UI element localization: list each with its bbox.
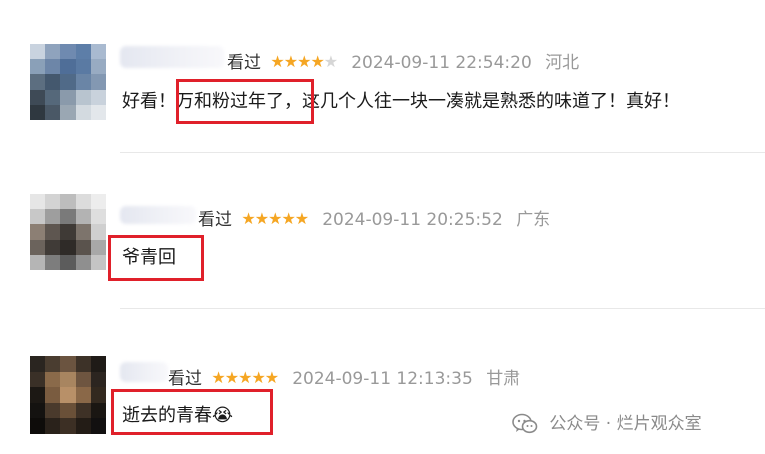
star-rating: ★★★★★ bbox=[270, 52, 341, 71]
highlight-box bbox=[108, 235, 204, 281]
star-icon: ★ bbox=[297, 52, 311, 71]
username-blurred[interactable] bbox=[120, 206, 196, 224]
star-rating: ★★★★★ bbox=[211, 368, 282, 387]
username-blurred[interactable] bbox=[120, 362, 168, 382]
review-text-part: 好看！ bbox=[122, 91, 176, 112]
avatar[interactable] bbox=[30, 194, 106, 270]
star-icon: ★ bbox=[224, 368, 239, 387]
avatar[interactable] bbox=[30, 44, 106, 120]
star-icon: ★ bbox=[251, 368, 265, 387]
star-icon: ★ bbox=[283, 52, 298, 71]
star-icon: ★ bbox=[270, 52, 284, 71]
star-icon: ★ bbox=[268, 209, 282, 228]
status-label: 看过 bbox=[227, 53, 261, 73]
review-timestamp: 2024-09-11 12:13:35 bbox=[292, 369, 473, 389]
star-icon: ★ bbox=[310, 52, 324, 71]
divider bbox=[120, 152, 765, 153]
star-icon: ★ bbox=[281, 209, 295, 228]
review-meta: 看过 ★★★★★ 2024-09-11 12:13:35 甘肃 bbox=[168, 366, 520, 390]
star-icon: ★ bbox=[211, 368, 225, 387]
watermark-text: 公众号 · 烂片观众室 bbox=[549, 414, 702, 434]
star-rating: ★★★★★ bbox=[241, 209, 312, 228]
highlight-box bbox=[111, 389, 273, 435]
highlight-box bbox=[176, 79, 314, 124]
wechat-icon bbox=[512, 413, 538, 435]
star-icon: ★ bbox=[241, 209, 255, 228]
review-location: 甘肃 bbox=[486, 369, 521, 389]
review-text-part: 这几个人往一块一凑就是熟悉的味道了！真好！ bbox=[302, 91, 680, 112]
review-timestamp: 2024-09-11 22:54:20 bbox=[351, 53, 532, 73]
star-icon: ★ bbox=[254, 209, 269, 228]
star-icon: ★ bbox=[238, 368, 252, 387]
review-location: 广东 bbox=[516, 210, 551, 230]
username-blurred[interactable] bbox=[120, 46, 224, 68]
star-icon: ★ bbox=[264, 368, 279, 387]
review-timestamp: 2024-09-11 20:25:52 bbox=[322, 210, 503, 230]
review-meta: 看过 ★★★★★ 2024-09-11 22:54:20 河北 bbox=[227, 50, 579, 74]
status-label: 看过 bbox=[198, 210, 232, 230]
star-empty-icon: ★ bbox=[323, 52, 338, 71]
avatar[interactable] bbox=[30, 356, 106, 434]
watermark: 公众号 · 烂片观众室 bbox=[512, 411, 702, 437]
review-meta: 看过 ★★★★★ 2024-09-11 20:25:52 广东 bbox=[198, 207, 550, 231]
review-location: 河北 bbox=[545, 53, 580, 73]
divider bbox=[120, 308, 765, 309]
star-icon: ★ bbox=[294, 209, 309, 228]
status-label: 看过 bbox=[168, 369, 202, 389]
